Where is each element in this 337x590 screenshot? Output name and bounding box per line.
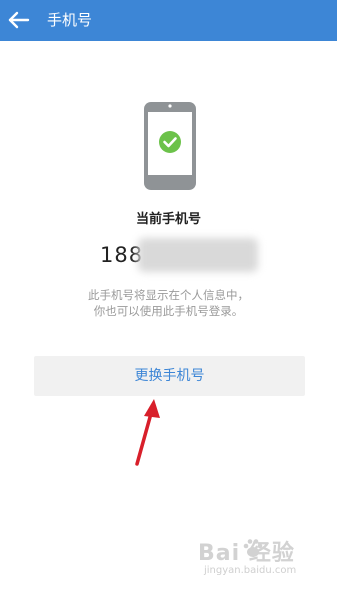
page-title: 手机号 — [47, 11, 93, 29]
current-number-label: 当前手机号 — [135, 212, 201, 227]
app-header: 手机号 — [0, 0, 337, 41]
description-line-1: 此手机号将显示在个人信息中， — [88, 288, 249, 302]
description-line-2: 你也可以使用此手机号登录。 — [93, 304, 244, 318]
blurred-number-mask — [138, 238, 258, 272]
change-phone-button[interactable]: 更换手机号 — [34, 356, 305, 396]
paw-icon — [243, 539, 263, 557]
description-text: 此手机号将显示在个人信息中， 你也可以使用此手机号登录。 — [0, 287, 337, 319]
watermark-url: jingyan.baidu.com — [204, 565, 297, 576]
red-pointer-arrow-icon — [127, 396, 167, 471]
arrow-left-icon — [8, 11, 30, 29]
back-button[interactable] — [6, 7, 32, 33]
phone-check-icon — [143, 101, 197, 191]
watermark: Bai 经验 jingyan.baidu.com — [198, 535, 328, 583]
current-phone-number: 188 — [100, 238, 260, 274]
phone-number-prefix: 188 — [100, 243, 144, 267]
